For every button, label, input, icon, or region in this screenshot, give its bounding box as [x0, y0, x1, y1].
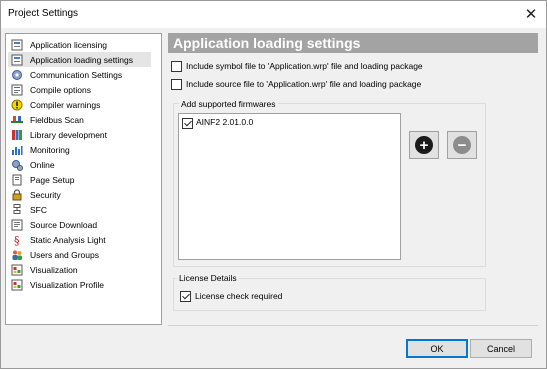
settings-category-list: Application licensing Application loadin… — [5, 33, 162, 325]
license-group-label: License Details — [177, 273, 239, 283]
compile-icon — [11, 84, 23, 96]
sidebar-item-application-licensing[interactable]: Application licensing — [8, 37, 151, 52]
sidebar-item-source-download[interactable]: Source Download — [8, 217, 151, 232]
sidebar-item-fieldbus-scan[interactable]: Fieldbus Scan — [8, 112, 151, 127]
users-icon — [11, 249, 23, 261]
firmware-list[interactable]: AINF2 2.01.0.0 — [178, 113, 401, 260]
close-icon: ✕ — [524, 6, 538, 23]
visualization-icon — [11, 264, 23, 276]
visualization-profile-icon — [11, 279, 23, 291]
firmware-item-label: AINF2 2.01.0.0 — [196, 117, 254, 127]
monitoring-icon — [11, 144, 23, 156]
minus-icon: − — [453, 136, 471, 154]
sidebar-item-users-and-groups[interactable]: Users and Groups — [8, 247, 151, 262]
sidebar-item-communication-settings[interactable]: Communication Settings — [8, 67, 151, 82]
page-header: Application loading settings — [168, 33, 538, 53]
cancel-button[interactable]: Cancel — [470, 339, 532, 358]
license-check-required-checkbox[interactable] — [180, 291, 191, 302]
online-icon — [11, 159, 23, 171]
fieldbus-icon — [11, 114, 23, 126]
include-source-file-checkbox[interactable] — [171, 79, 182, 90]
sidebar-item-static-analysis-light[interactable]: § Static Analysis Light — [8, 232, 151, 247]
include-symbol-file-checkbox[interactable] — [171, 61, 182, 72]
include-symbol-file-label: Include symbol file to 'Application.wrp'… — [186, 61, 423, 71]
sidebar-item-page-setup[interactable]: Page Setup — [8, 172, 151, 187]
ok-button-label: OK — [430, 343, 444, 354]
license-icon — [11, 39, 23, 51]
sidebar-item-visualization[interactable]: Visualization — [8, 262, 151, 277]
loading-settings-icon — [11, 54, 23, 66]
sidebar-item-application-loading-settings[interactable]: Application loading settings — [8, 52, 151, 67]
sidebar-item-compiler-warnings[interactable]: Compiler warnings — [8, 97, 151, 112]
ok-button[interactable]: OK — [406, 339, 468, 358]
firmware-group-label: Add supported firmwares — [179, 99, 278, 109]
remove-firmware-button[interactable]: − — [447, 131, 477, 159]
title-bar: Project Settings ✕ — [1, 1, 546, 28]
lock-icon — [11, 188, 23, 201]
sidebar-item-monitoring[interactable]: Monitoring — [8, 142, 151, 157]
sidebar-item-library-development[interactable]: Library development — [8, 127, 151, 142]
footer-divider — [168, 325, 538, 326]
library-icon — [11, 129, 23, 141]
list-item[interactable]: AINF2 2.01.0.0 — [182, 117, 382, 130]
plus-icon: + — [415, 136, 433, 154]
sidebar-item-visualization-profile[interactable]: Visualization Profile — [8, 277, 151, 292]
close-button[interactable]: ✕ — [516, 1, 546, 27]
page-title: Application loading settings — [173, 35, 361, 51]
sidebar-item-security[interactable]: Security — [8, 187, 151, 202]
analysis-icon: § — [11, 234, 23, 246]
firmware-item-checkbox[interactable] — [182, 118, 193, 129]
gear-icon — [11, 69, 23, 81]
window-title: Project Settings — [8, 8, 79, 19]
cancel-button-label: Cancel — [486, 343, 515, 354]
sidebar-item-online[interactable]: Online — [8, 157, 151, 172]
sidebar-item-compile-options[interactable]: Compile options — [8, 82, 151, 97]
include-source-file-label: Include source file to 'Application.wrp'… — [186, 79, 422, 89]
warning-icon — [11, 99, 23, 111]
download-icon — [11, 219, 23, 231]
license-check-required-label: License check required — [195, 291, 283, 301]
project-settings-dialog: Project Settings ✕ Application licensing… — [0, 0, 547, 369]
sfc-icon — [11, 203, 23, 216]
sidebar-item-sfc[interactable]: SFC — [8, 202, 151, 217]
add-firmware-button[interactable]: + — [409, 131, 439, 159]
page-setup-icon — [11, 174, 23, 186]
svg-text:§: § — [14, 234, 20, 246]
